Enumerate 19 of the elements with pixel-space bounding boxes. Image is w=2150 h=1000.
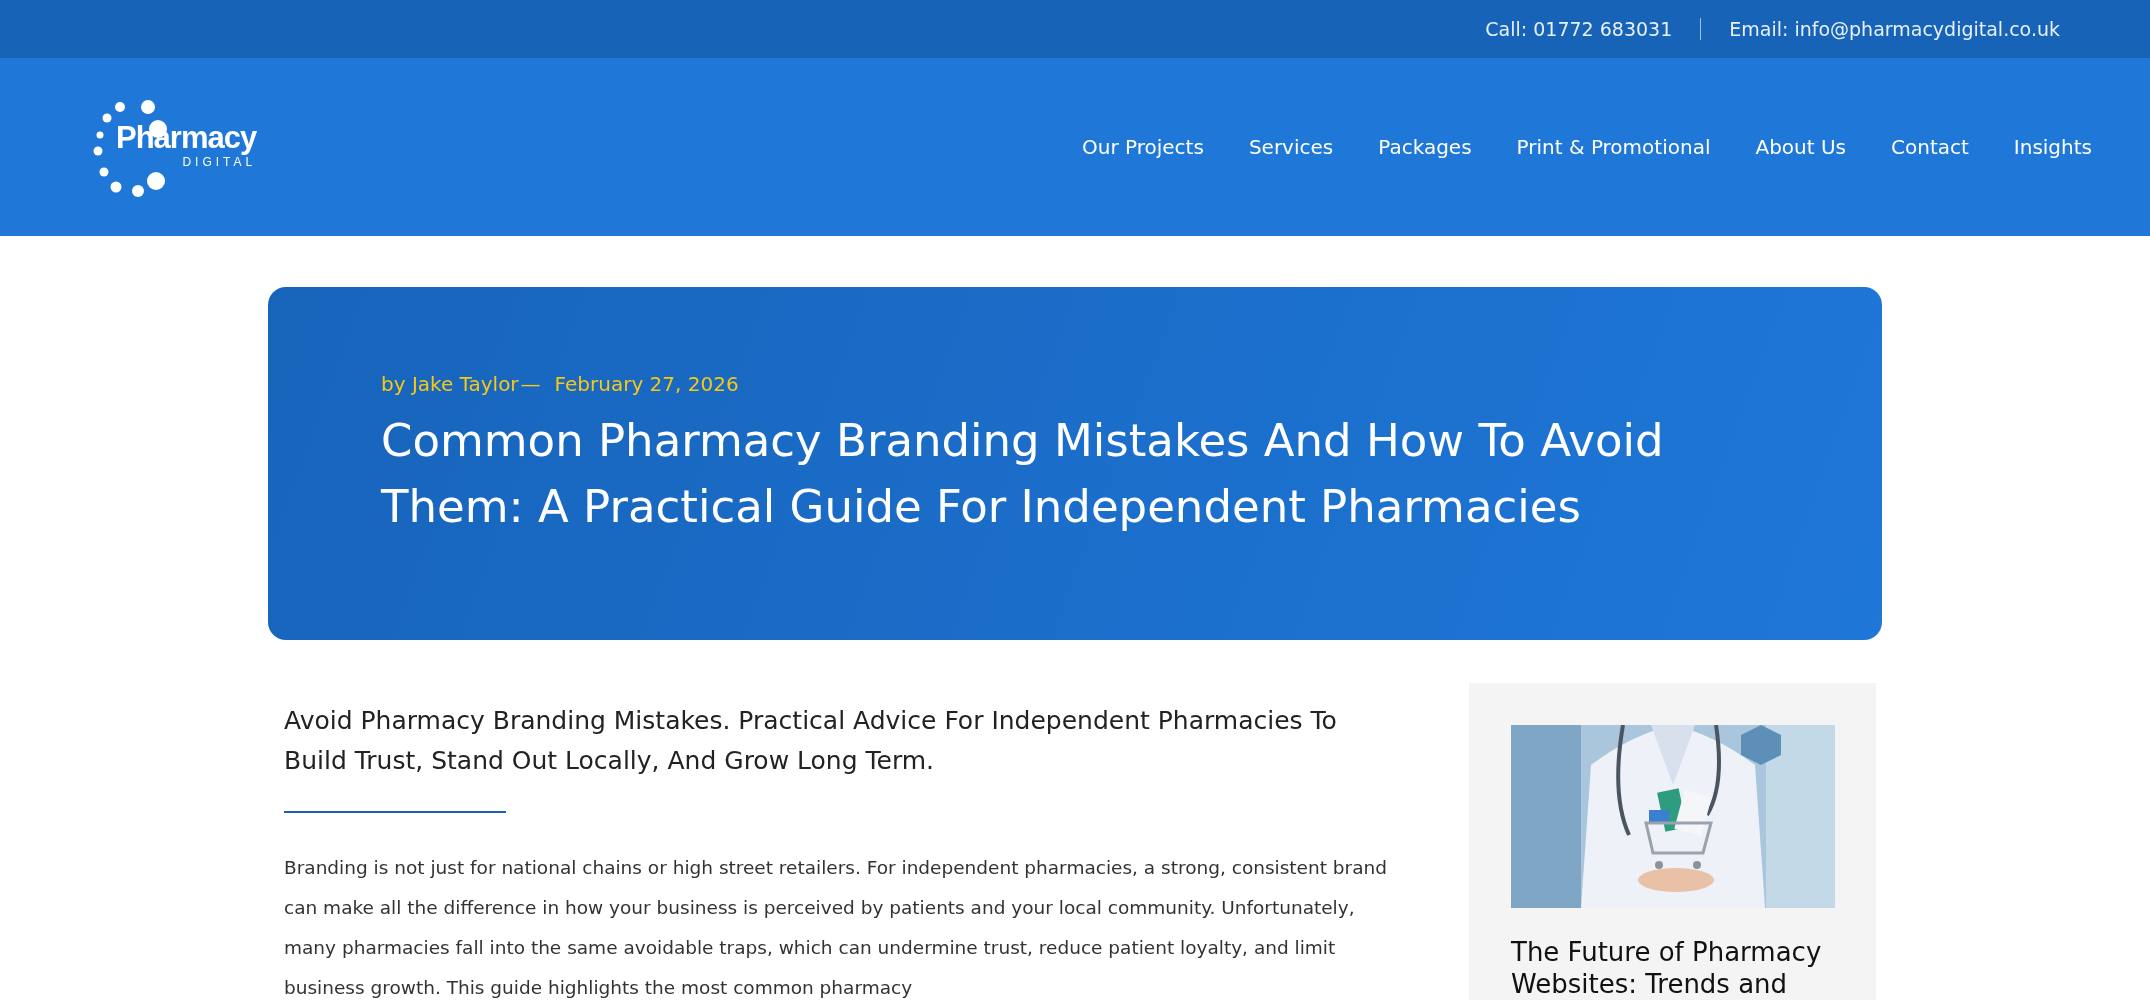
nav-link[interactable]: Insights [2013, 135, 2092, 159]
meta-separator: — [520, 372, 541, 396]
author-link[interactable]: by Jake Taylor [381, 372, 519, 396]
body-paragraph: Branding is not just for national chains or high street retailers. For independent pharmacies, a strong, consistent brand can make all the difference in how your business is perceived by patients and your local community. Unfortunately, many pharmacies fall into the same avoidable traps, which can undermine trust, reduce patient loyalty, and limit business growth. This guide highlights the most common pharmacy [284, 856, 1388, 1000]
nav-link[interactable]: About Us [1755, 135, 1846, 159]
post-link[interactable]: The Future of Pharmacy Websites: Trends and [1511, 936, 1834, 1000]
logo-wordmark: Pharmacy [116, 121, 257, 155]
post-subtitle: Avoid Pharmacy Branding Mistakes. Practical Advice For Independent Pharmacies To Build Trust, Stand Out Locally, And Grow Long Term. [284, 705, 1338, 777]
logo-tagline: DIGITAL [182, 155, 257, 169]
post-date: February 27, 2026 [554, 372, 739, 396]
nav-link[interactable]: Packages [1378, 135, 1472, 159]
nav-link[interactable]: Print & Promotional [1516, 135, 1711, 159]
phone-link[interactable]: Call: 01772 683031 [1485, 18, 1673, 40]
logo[interactable]: Pharmacy DIGITAL [78, 91, 278, 203]
nav-link[interactable]: Our Projects [1082, 135, 1204, 159]
nav-link[interactable]: Contact [1891, 135, 1969, 159]
email-link[interactable]: Email: info@pharmacydigital.co.uk [1729, 18, 2060, 40]
post-title: Common Pharmacy Branding Mistakes And How To Avoid Them: A Practical Guide For Independent Pharmacies [381, 413, 1665, 535]
nav-link[interactable]: Services [1248, 135, 1334, 159]
